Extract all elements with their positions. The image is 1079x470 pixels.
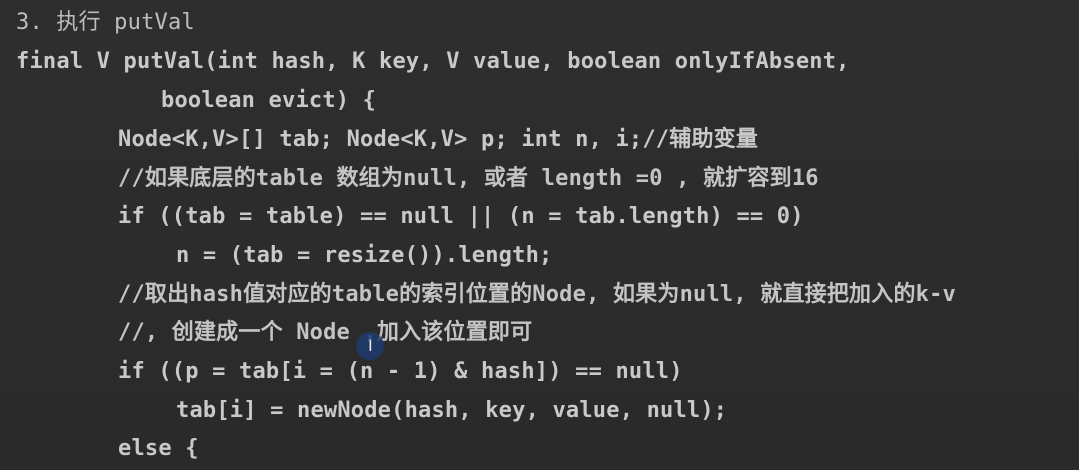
code-editor[interactable]: 3. 执行 putVal final V putVal(int hash, K … [0, 0, 1079, 470]
code-line-8: //取出hash值对应的table的索引位置的Node, 如果为null, 就直… [118, 282, 956, 307]
code-line-11: tab[i] = newNode(hash, key, value, null)… [176, 398, 728, 423]
code-line-5: //如果底层的table 数组为null, 或者 length =0 , 就扩容… [118, 166, 819, 191]
code-line-10: if ((p = tab[i = (n - 1) & hash]) == nul… [118, 359, 683, 384]
code-line-6: if ((tab = table) == null || (n = tab.le… [118, 204, 804, 229]
code-line-4: Node<K,V>[] tab; Node<K,V> p; int n, i;/… [118, 127, 759, 152]
code-line-7: n = (tab = resize()).length; [176, 243, 553, 268]
text-cursor-icon: I [368, 336, 373, 355]
code-line-12: else { [118, 436, 199, 461]
code-line-2: final V putVal(int hash, K key, V value,… [16, 49, 850, 74]
code-line-3: boolean evict) { [161, 88, 377, 113]
code-line-1: 3. 执行 putVal [16, 10, 195, 35]
code-line-9: //, 创建成一个 Node ,加入该位置即可 [118, 320, 533, 345]
